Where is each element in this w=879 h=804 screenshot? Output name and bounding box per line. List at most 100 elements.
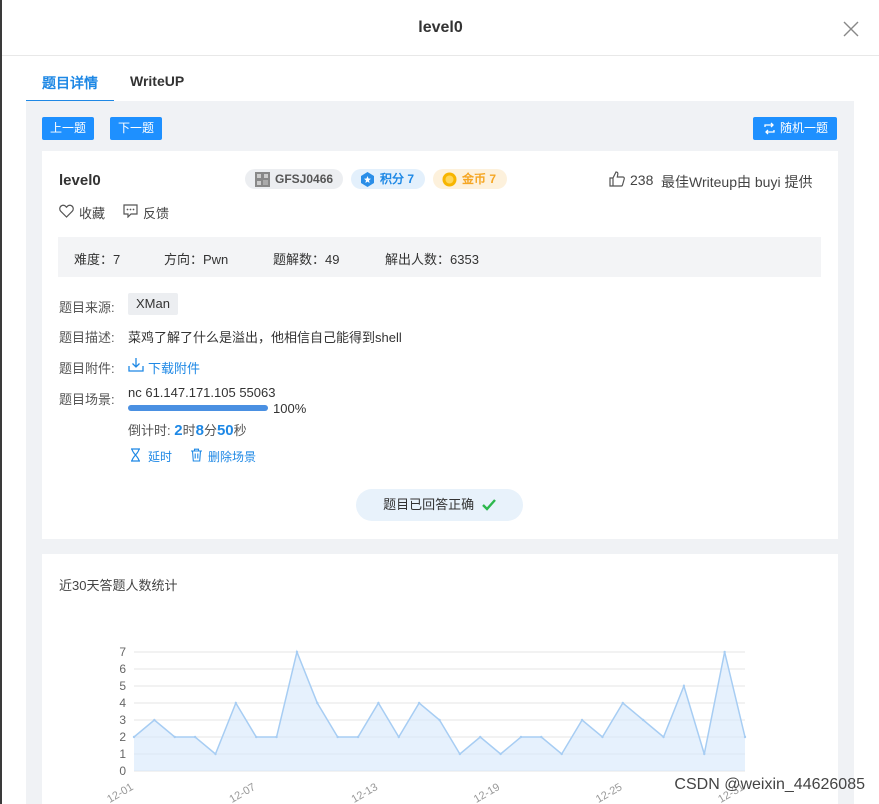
solved-status: 题目已回答正确 — [356, 489, 523, 521]
x-tick-label: 12-07 — [227, 781, 257, 804]
data-point — [275, 735, 278, 739]
y-tick-label: 6 — [119, 662, 126, 676]
like-count: 238 — [630, 172, 654, 188]
stats-bar: 难度：7 方向：Pwn 题解数：49 解出人数：6353 — [58, 237, 821, 277]
x-tick-label: 12-25 — [594, 781, 624, 804]
heart-icon — [59, 204, 74, 218]
shuffle-icon — [764, 122, 775, 135]
tab-writeup[interactable]: WriteUP — [130, 73, 184, 89]
coin-value: 金币 7 — [462, 172, 497, 186]
tab-challenge-details[interactable]: 题目详情 — [42, 73, 98, 93]
solver-count-stat: 解出人数：6353 — [385, 252, 479, 267]
scene-progress-bar — [128, 405, 268, 411]
modal-title: level0 — [418, 19, 463, 36]
writeup-count-stat: 题解数：49 — [273, 252, 340, 267]
countdown-hours: 2 — [174, 422, 183, 439]
prev-challenge-button[interactable]: 上一题 — [42, 117, 94, 140]
check-icon — [481, 499, 496, 511]
direction-stat: 方向：Pwn — [164, 252, 229, 267]
data-point — [540, 735, 543, 739]
data-point — [377, 701, 380, 705]
x-tick-label: 12-19 — [472, 781, 502, 804]
favorite-button[interactable]: 收藏 — [79, 203, 105, 222]
challenge-card: level0 GFSJ0466 积分 7 金币 7 238 最佳Writeup由… — [42, 151, 838, 539]
download-attachment-link[interactable]: 下载附件 — [148, 358, 200, 377]
feedback-icon — [123, 204, 138, 218]
data-point — [255, 735, 258, 739]
y-tick-label: 7 — [119, 645, 126, 659]
data-point — [397, 735, 400, 739]
data-point — [214, 752, 217, 756]
data-point — [173, 735, 176, 739]
csdn-watermark: CSDN @weixin_44626085 — [674, 776, 865, 793]
data-point — [193, 735, 197, 739]
answers-chart: 0123456712-01 12-07 12-13 12-19 12-25 12-31 — [105, 645, 747, 804]
delete-scene-button[interactable]: 删除场景 — [208, 448, 256, 465]
data-point — [580, 718, 584, 722]
challenge-id-badge: GFSJ0466 — [245, 169, 343, 189]
data-point — [316, 701, 319, 705]
data-point — [234, 701, 238, 705]
download-icon[interactable] — [128, 357, 144, 372]
difficulty-stat: 难度：7 — [74, 252, 121, 267]
data-point — [662, 735, 665, 739]
data-point — [336, 735, 339, 739]
data-point — [703, 752, 706, 756]
next-challenge-button[interactable]: 下一题 — [110, 117, 162, 140]
extend-scene-button[interactable]: 延时 — [148, 448, 172, 465]
modal-header: level0 — [2, 0, 879, 56]
x-tick-label: 12-01 — [105, 781, 135, 804]
countdown-minutes-unit: 分 — [203, 423, 217, 438]
coin-icon — [442, 172, 457, 187]
data-point — [499, 752, 502, 756]
solved-text: 题目已回答正确 — [383, 497, 475, 512]
data-point — [458, 752, 462, 756]
countdown: 倒计时: 2时8分50秒 — [128, 420, 247, 439]
x-tick-label: 12-13 — [350, 781, 380, 804]
data-point — [356, 735, 360, 739]
qr-icon — [255, 172, 270, 187]
attachment-label: 题目附件: — [59, 361, 115, 376]
y-tick-label: 0 — [119, 764, 126, 778]
best-writeup-credit[interactable]: 最佳Writeup由 buyi 提供 — [661, 172, 812, 192]
scene-address[interactable]: nc 61.147.171.105 55063 — [128, 385, 275, 400]
y-tick-label: 3 — [119, 713, 126, 727]
source-label: 题目来源: — [59, 300, 115, 315]
description-label: 题目描述: — [59, 330, 115, 345]
countdown-minutes: 8 — [195, 422, 204, 439]
series-area — [134, 652, 745, 771]
data-point — [295, 650, 299, 654]
scene-label: 题目场景: — [59, 392, 115, 407]
y-tick-label: 4 — [119, 696, 126, 710]
countdown-hours-unit: 时 — [182, 423, 196, 438]
countdown-seconds: 50 — [216, 422, 234, 439]
random-challenge-button[interactable]: 随机一题 — [753, 117, 837, 140]
data-point — [743, 735, 747, 739]
data-point — [417, 701, 421, 705]
data-point — [723, 650, 726, 654]
y-tick-label: 1 — [119, 747, 126, 761]
data-point — [438, 718, 441, 722]
countdown-seconds-unit: 秒 — [233, 423, 247, 438]
source-tag: XMan — [128, 293, 178, 315]
feedback-button[interactable]: 反馈 — [143, 203, 169, 222]
challenge-name: level0 — [59, 172, 101, 189]
challenge-id: GFSJ0466 — [275, 172, 334, 186]
description-text: 菜鸡了解了什么是溢出，他相信自己能得到shell — [128, 330, 402, 345]
thumbs-up-icon[interactable] — [609, 171, 625, 187]
y-tick-label: 5 — [119, 679, 126, 693]
score-badge: 积分 7 — [351, 169, 425, 189]
random-challenge-label: 随机一题 — [779, 121, 828, 135]
data-point — [132, 735, 136, 739]
data-point — [641, 718, 645, 722]
stats-chart-card: 近30天答题人数统计 0 1 2 3 4 5 6 7 12-01 12-07 12-13 12-19 1… — [42, 554, 838, 804]
trash-icon — [191, 448, 202, 462]
content-area: 上一题 下一题 随机一题 level0 GFSJ0466 积分 7 金币 7 2… — [26, 101, 854, 804]
data-point — [601, 735, 604, 739]
data-point — [560, 752, 563, 756]
data-point — [153, 718, 156, 722]
data-point — [479, 735, 482, 739]
score-value: 积分 7 — [380, 172, 415, 186]
y-tick-label: 2 — [119, 730, 126, 744]
close-icon[interactable] — [843, 21, 859, 37]
